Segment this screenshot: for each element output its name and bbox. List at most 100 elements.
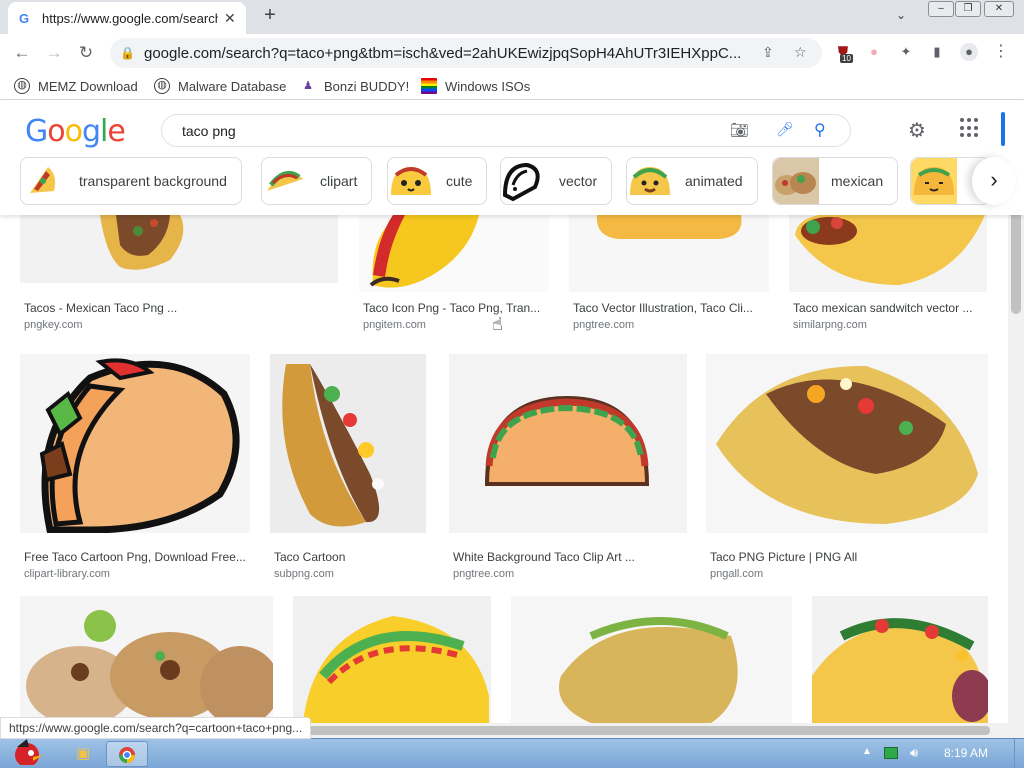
tab-search-chevron-icon[interactable]: ⌄ <box>896 8 906 22</box>
chip-label: mexican <box>831 173 884 189</box>
tray-expand-icon[interactable]: ▲ <box>862 746 872 757</box>
result-image[interactable] <box>20 215 338 283</box>
result-item[interactable]: Taco Cartoon subpng.com <box>270 354 426 580</box>
result-site: pngitem.com <box>363 319 426 331</box>
result-title[interactable]: Taco Icon Png - Taco Png, Tran... <box>363 301 549 315</box>
address-bar[interactable]: 🔒 google.com/search?q=taco+png&tbm=isch&… <box>110 38 822 68</box>
image-results-grid: Tacos - Mexican Taco Png ... pngkey.com … <box>0 215 1008 723</box>
result-title[interactable]: Taco Vector Illustration, Taco Cli... <box>573 301 769 315</box>
result-title[interactable]: Taco Cartoon <box>274 550 424 564</box>
bookmark-windows-isos[interactable]: Windows ISOs <box>421 76 530 96</box>
result-title[interactable]: Taco mexican sandwitch vector ... <box>793 301 987 315</box>
result-title[interactable]: Tacos - Mexican Taco Png ... <box>24 301 324 315</box>
apps-grid-icon[interactable] <box>960 118 980 138</box>
tab-strip: G https://www.google.com/search?q=taco+p… <box>0 0 1024 34</box>
result-item[interactable]: Tacos - Mexican Taco Png ... pngkey.com <box>20 215 338 335</box>
chip-thumbnail <box>501 158 547 204</box>
result-item[interactable]: Free Taco Cartoon Png, Download Free... … <box>20 354 250 580</box>
bookmarks-bar: ◍ MEMZ Download ◍ Malware Database ♟ Bon… <box>0 72 1024 100</box>
start-button-angry-bird-icon[interactable] <box>2 739 50 767</box>
chip-label: vector <box>559 173 598 189</box>
bookmark-malware-database[interactable]: ◍ Malware Database <box>154 76 286 96</box>
search-query[interactable]: taco png <box>182 123 236 139</box>
extension-badge: 10 <box>840 54 853 63</box>
result-image[interactable] <box>789 215 987 292</box>
bookmark-star-icon[interactable]: ☆ <box>794 44 807 61</box>
result-title[interactable]: Free Taco Cartoon Png, Download Free... <box>24 550 250 564</box>
microphone-icon[interactable]: 🎤︎ <box>776 121 794 138</box>
globe-icon: ◍ <box>14 78 30 94</box>
close-tab-icon[interactable]: ✕ <box>224 10 236 27</box>
browser-tab[interactable]: G https://www.google.com/search?q=taco+p… <box>8 2 246 34</box>
result-item[interactable] <box>511 596 792 723</box>
minimize-button[interactable]: – <box>928 1 954 17</box>
result-item[interactable] <box>20 596 273 723</box>
file-explorer-icon[interactable]: ▣ <box>70 741 96 767</box>
chip-thumbnail <box>911 158 957 204</box>
result-site: pngtree.com <box>453 568 515 580</box>
result-item[interactable]: Taco Icon Png - Taco Png, Tran... pngite… <box>359 215 549 335</box>
result-item[interactable]: Taco mexican sandwitch vector ... simila… <box>789 215 987 335</box>
result-item[interactable] <box>293 596 491 723</box>
globe-icon: ◍ <box>154 78 170 94</box>
result-item[interactable]: Taco Vector Illustration, Taco Cli... pn… <box>569 215 769 335</box>
result-item[interactable] <box>812 596 988 723</box>
result-image[interactable] <box>359 215 549 292</box>
taskbar: ▣ ▲ 🔊︎ 8:19 AM <box>0 738 1024 768</box>
result-image[interactable] <box>20 354 250 533</box>
result-image[interactable] <box>812 596 988 723</box>
chip-mexican[interactable]: mexican <box>772 157 899 205</box>
close-window-button[interactable]: ✕ <box>984 1 1014 17</box>
bookmark-label: MEMZ Download <box>38 78 138 94</box>
reload-button[interactable]: ↻ <box>74 41 98 65</box>
restore-button[interactable]: ❐ <box>955 1 981 17</box>
sign-in-button[interactable] <box>1001 112 1005 146</box>
chip-transparent-background[interactable]: transparent background <box>20 157 242 205</box>
puzzle-extensions-icon[interactable]: ✦ <box>897 43 915 61</box>
chip-thumbnail <box>627 158 673 204</box>
gear-icon[interactable]: ⚙ <box>908 118 926 143</box>
result-item[interactable]: White Background Taco Clip Art ... pngtr… <box>449 354 687 580</box>
forward-button[interactable]: → <box>42 41 66 65</box>
lock-icon[interactable]: 🔒 <box>120 46 136 60</box>
side-panel-icon[interactable]: ▮ <box>928 43 946 61</box>
back-button[interactable]: ← <box>10 41 34 65</box>
bookmark-bonzi-buddy[interactable]: ♟ Bonzi BUDDY! <box>300 76 409 96</box>
result-image[interactable] <box>449 354 687 533</box>
chip-clipart[interactable]: clipart <box>261 157 373 205</box>
profile-avatar-icon[interactable]: ● <box>960 43 978 61</box>
result-title[interactable]: White Background Taco Clip Art ... <box>453 550 687 564</box>
chrome-taskbar-button[interactable] <box>106 741 148 767</box>
result-site: similarpng.com <box>793 319 867 331</box>
result-image[interactable] <box>511 596 792 723</box>
chips-next-chevron-icon[interactable]: › <box>972 157 1016 205</box>
volume-icon[interactable]: 🔊︎ <box>910 745 918 761</box>
taskbar-clock[interactable]: 8:19 AM <box>944 746 988 760</box>
camera-icon[interactable]: 📷︎ <box>730 121 749 139</box>
battery-icon[interactable] <box>884 747 898 759</box>
result-image[interactable] <box>706 354 988 533</box>
chip-cute[interactable]: cute <box>387 157 488 205</box>
share-icon[interactable]: ⇪ <box>762 44 774 61</box>
result-image[interactable] <box>569 215 769 292</box>
link-status-bubble: https://www.google.com/search?q=cartoon+… <box>0 717 312 739</box>
result-site: pngall.com <box>710 568 764 580</box>
result-image[interactable] <box>293 596 491 723</box>
chip-vector[interactable]: vector <box>500 157 613 205</box>
search-icon[interactable]: ⚲ <box>814 120 826 140</box>
bookmark-memz[interactable]: ◍ MEMZ Download <box>14 76 138 96</box>
result-image[interactable] <box>270 354 426 533</box>
show-desktop-button[interactable] <box>1014 739 1024 768</box>
result-image[interactable] <box>20 596 273 723</box>
result-site: pngkey.com <box>24 319 83 331</box>
extension-icon-flag[interactable]: ● <box>865 43 883 61</box>
chrome-menu-icon[interactable]: ⋮ <box>992 43 1010 61</box>
chip-animated[interactable]: animated <box>626 157 758 205</box>
bookmark-label: Windows ISOs <box>445 78 531 94</box>
result-item[interactable]: Taco PNG Picture | PNG All pngall.com <box>706 354 988 580</box>
google-logo[interactable]: Google <box>25 114 126 149</box>
chip-thumbnail <box>21 158 67 204</box>
new-tab-button[interactable]: + <box>258 4 282 27</box>
result-title[interactable]: Taco PNG Picture | PNG All <box>710 550 988 564</box>
search-box[interactable]: taco png 📷︎ 🎤︎ ⚲ <box>161 114 851 147</box>
